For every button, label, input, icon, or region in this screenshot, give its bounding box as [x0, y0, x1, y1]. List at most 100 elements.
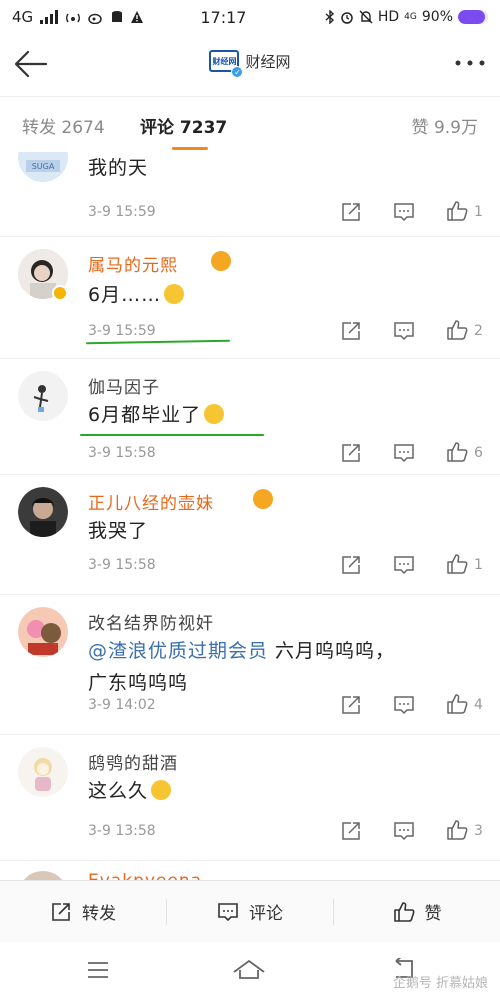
tab-comment-count: 7237: [179, 118, 228, 138]
thumbs-up-icon: [447, 820, 468, 840]
share-icon: [342, 822, 360, 840]
vip-crown-emoji-icon: [211, 251, 231, 271]
reply-button[interactable]: [393, 694, 415, 716]
thumbs-up-icon: [393, 901, 414, 922]
comment-time: 3-9 14:02: [88, 697, 156, 713]
reply-button[interactable]: [393, 442, 415, 464]
system-nav-bar: 企鹅号 折慕姑娘: [0, 942, 500, 1000]
laughing-tears-emoji-icon: [151, 780, 172, 800]
annotation-underline: [85, 339, 231, 345]
comment-text-body: 这么久: [88, 780, 149, 802]
network-label: 4G: [12, 8, 34, 26]
reply-button[interactable]: [393, 820, 415, 842]
share-button[interactable]: [340, 554, 362, 576]
account-title[interactable]: 财经网 ✓ 财经网: [0, 50, 500, 78]
like-button[interactable]: [446, 441, 468, 463]
username[interactable]: 正儿八经的壶妹: [88, 489, 214, 514]
tab-forward-count: 2674: [61, 118, 105, 138]
share-button[interactable]: [340, 442, 362, 464]
comment-action-button[interactable]: 评论: [167, 881, 333, 942]
tab-like[interactable]: 赞 9.9万: [412, 113, 478, 138]
comment-item: 伽马因子 6月都毕业了 3-9 15:58 6: [0, 359, 500, 475]
emoji-icon: [164, 284, 185, 304]
avatar-image-icon: [18, 487, 68, 537]
tab-like-count: 9.9万: [433, 118, 478, 138]
laughing-tears-emoji-icon: [204, 404, 225, 424]
comment-text-body: 六月呜呜呜，: [268, 640, 396, 662]
username[interactable]: Evakpyeena: [88, 871, 202, 880]
avatar-image-icon: [18, 371, 68, 421]
home-button[interactable]: [232, 958, 266, 984]
tab-forward[interactable]: 转发 2674: [22, 113, 105, 138]
username[interactable]: 改名结界防视奸: [88, 609, 214, 634]
like-button[interactable]: [446, 693, 468, 715]
like-button[interactable]: [446, 553, 468, 575]
comment-action-label: 评论: [249, 904, 283, 924]
mention-link[interactable]: @渣浪优质过期会员: [88, 640, 268, 662]
comment-time: 3-9 15:59: [88, 323, 156, 339]
avatar[interactable]: [18, 607, 68, 657]
share-button[interactable]: [340, 320, 362, 342]
like-button[interactable]: [446, 200, 468, 222]
avatar[interactable]: [18, 747, 68, 797]
comment-text: @渣浪优质过期会员 六月呜呜呜， 广东呜呜呜: [88, 635, 488, 699]
battery-percent: 90%: [421, 9, 453, 25]
share-button[interactable]: [340, 820, 362, 842]
alarm-icon: [341, 12, 353, 24]
like-count: 4: [474, 697, 483, 713]
forward-action-button[interactable]: 转发: [0, 881, 166, 942]
avatar[interactable]: [18, 871, 68, 880]
comment-icon: [394, 444, 414, 463]
network2-label: 4G: [404, 12, 417, 22]
tab-comment-label: 评论: [140, 118, 174, 138]
comment-text: 这么久: [88, 775, 488, 807]
like-button[interactable]: [446, 819, 468, 841]
more-dots-icon: [455, 60, 485, 66]
thumbs-up-icon: [447, 694, 468, 714]
menu-icon: [88, 962, 108, 978]
like-count: 2: [474, 323, 483, 339]
verified-badge-icon: ✓: [231, 66, 244, 78]
reply-button[interactable]: [393, 201, 415, 223]
like-button[interactable]: [446, 319, 468, 341]
bluetooth-icon: [325, 10, 334, 24]
comment-icon: [394, 322, 414, 341]
nav-bar: 财经网 ✓ 财经网: [0, 34, 500, 96]
menu-button[interactable]: [86, 960, 110, 984]
avatar[interactable]: SUGA: [18, 152, 68, 182]
username[interactable]: 鸱鸮的甜酒: [88, 749, 178, 774]
comment-text-body: 我的天: [88, 157, 149, 179]
weibo-icon: [88, 13, 102, 24]
comment-item: 鸱鸮的甜酒 这么久 3-9 13:58 3: [0, 735, 500, 861]
share-button[interactable]: [340, 694, 362, 716]
reply-button[interactable]: [393, 320, 415, 342]
status-bar: 4G 17:17 HD 4G 90%: [0, 0, 500, 34]
comment-time: 3-9 15:58: [88, 557, 156, 573]
avatar[interactable]: [18, 487, 68, 537]
tab-active-indicator: [172, 147, 208, 150]
like-action-button[interactable]: 赞: [334, 881, 500, 942]
annotation-underline: [80, 434, 264, 436]
tab-like-label: 赞: [411, 118, 429, 138]
page-title: 财经网: [245, 52, 291, 71]
avatar[interactable]: [18, 371, 68, 421]
hd-label: HD: [377, 9, 400, 25]
signal-icon: [40, 10, 59, 24]
comment-text-line2: 广东呜呜呜: [88, 672, 189, 694]
thumbs-up-icon: [447, 201, 468, 221]
username[interactable]: 伽马因子: [88, 373, 160, 398]
comment-time: 3-9 15:59: [88, 204, 156, 220]
reply-button[interactable]: [393, 554, 415, 576]
comment-text: 我的天: [88, 152, 488, 184]
hotspot-icon: [66, 13, 81, 23]
username[interactable]: 属马的元熙: [88, 251, 178, 276]
status-right: HD 4G 90%: [325, 9, 488, 25]
comment-text: 6月都毕业了: [88, 399, 488, 431]
share-button[interactable]: [340, 201, 362, 223]
comment-text: 6月……: [88, 279, 488, 311]
warning-icon: [131, 11, 144, 23]
more-button[interactable]: [454, 56, 486, 67]
tab-comment[interactable]: 评论 7237: [140, 113, 227, 138]
like-count: 1: [474, 204, 483, 220]
comment-item: Evakpyeena: [0, 861, 500, 880]
